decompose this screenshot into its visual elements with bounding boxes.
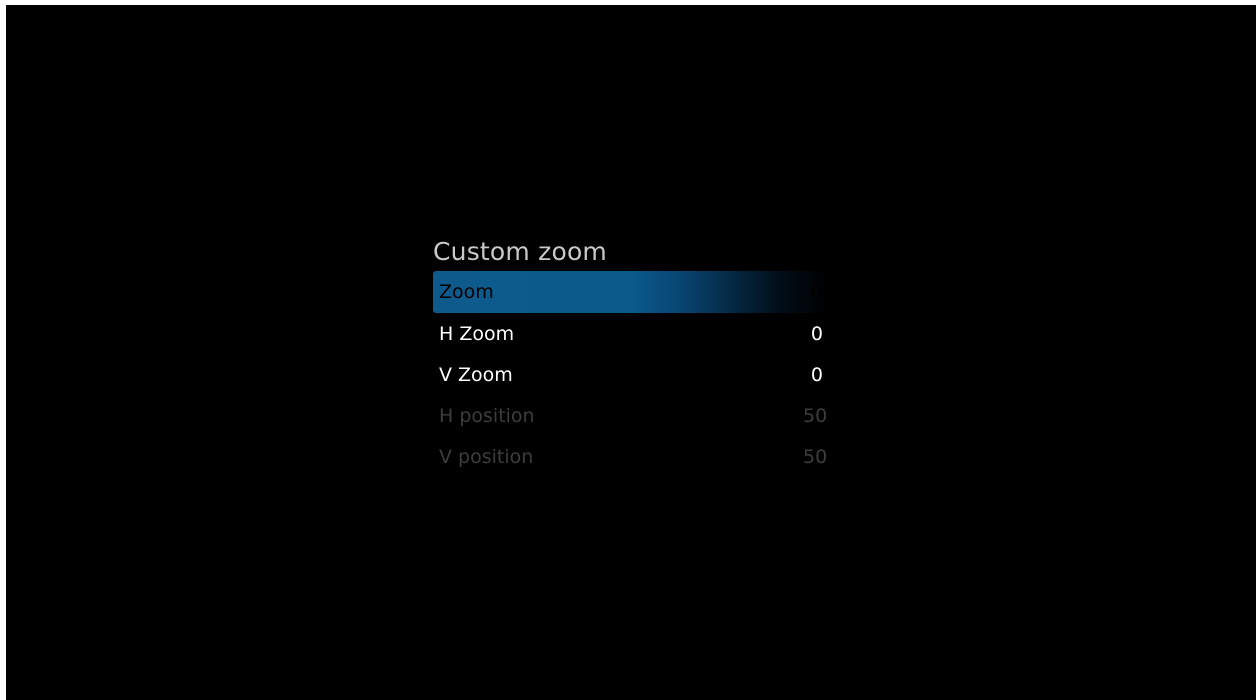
- menu-item-value: 0: [810, 322, 823, 345]
- menu-item-h-zoom[interactable]: H Zoom 0: [433, 313, 829, 354]
- custom-zoom-menu: Custom zoom Zoom 0 H Zoom 0 V Zoom 0 H p…: [433, 233, 829, 477]
- menu-item-label: Zoom: [439, 281, 494, 303]
- tv-screen: Custom zoom Zoom 0 H Zoom 0 V Zoom 0 H p…: [6, 5, 1256, 700]
- menu-item-h-position: H position 50: [433, 395, 829, 436]
- menu-item-value: 50: [803, 445, 828, 468]
- menu-title: Custom zoom: [433, 237, 607, 266]
- menu-item-label: H position: [439, 404, 535, 427]
- menu-item-value: 50: [803, 404, 828, 427]
- menu-item-label: V Zoom: [439, 363, 513, 386]
- menu-item-label: V position: [439, 445, 534, 468]
- menu-item-zoom[interactable]: Zoom 0: [433, 271, 829, 313]
- menu-item-label: H Zoom: [439, 322, 515, 345]
- menu-item-value: 0: [810, 281, 823, 303]
- menu-item-value: 0: [810, 363, 823, 386]
- menu-item-v-position: V position 50: [433, 436, 829, 477]
- menu-item-v-zoom[interactable]: V Zoom 0: [433, 354, 829, 395]
